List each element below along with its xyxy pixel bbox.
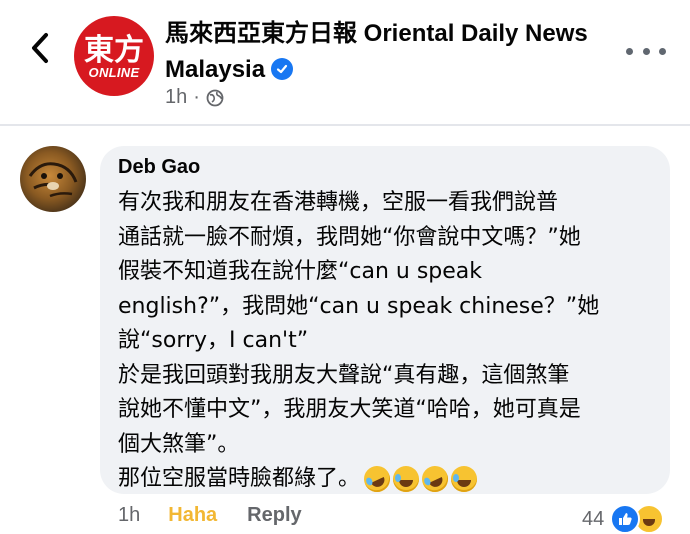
- post-meta: 1h ·: [165, 86, 224, 109]
- reaction-summary[interactable]: 44: [582, 504, 665, 534]
- rolling-on-floor-laughing-icon: [359, 461, 395, 497]
- like-reaction-icon: [610, 504, 641, 534]
- avatar-image: [28, 162, 78, 198]
- reaction-count: 44: [582, 507, 605, 530]
- page-logo[interactable]: 東方 ONLINE: [74, 16, 154, 96]
- more-dot: [659, 47, 666, 55]
- post-header: 東方 ONLINE 馬來西亞東方日報 Oriental Daily News M…: [0, 0, 690, 126]
- post-time[interactable]: 1h: [165, 86, 187, 109]
- page-name-text: 馬來西亞東方日報 Oriental Daily News Malaysia: [165, 20, 588, 83]
- logo-subtext: ONLINE: [88, 65, 140, 80]
- page-name[interactable]: 馬來西亞東方日報 Oriental Daily News Malaysia: [165, 16, 605, 88]
- haha-reaction-button[interactable]: Haha: [168, 504, 217, 527]
- tears-of-joy-icon: [393, 466, 420, 492]
- more-dot: [642, 47, 650, 55]
- chevron-left-icon: [32, 33, 48, 63]
- logo-text: 東方: [84, 33, 144, 68]
- rolling-on-floor-laughing-icon: [417, 461, 453, 497]
- more-dot: [626, 47, 633, 55]
- back-button[interactable]: [22, 28, 58, 68]
- meta-separator: ·: [193, 86, 200, 108]
- verified-badge-icon: [271, 58, 294, 80]
- comment-time[interactable]: 1h: [118, 504, 140, 527]
- emoji-group: [359, 461, 480, 497]
- commenter-avatar[interactable]: [20, 146, 86, 212]
- globe-icon: [206, 89, 224, 106]
- reply-button[interactable]: Reply: [247, 504, 301, 527]
- comment-author[interactable]: Deb Gao: [118, 156, 200, 179]
- comment-body: 有次我和朋友在香港轉機，空服一看我們說普 通話就一臉不耐煩，我問她“你會說中文嗎…: [118, 186, 658, 497]
- comment-text: 有次我和朋友在香港轉機，空服一看我們說普 通話就一臉不耐煩，我問她“你會說中文嗎…: [118, 190, 600, 491]
- comment-actions: 1h Haha Reply: [118, 504, 302, 527]
- more-options-button[interactable]: [626, 36, 666, 66]
- tears-of-joy-icon: [451, 466, 478, 492]
